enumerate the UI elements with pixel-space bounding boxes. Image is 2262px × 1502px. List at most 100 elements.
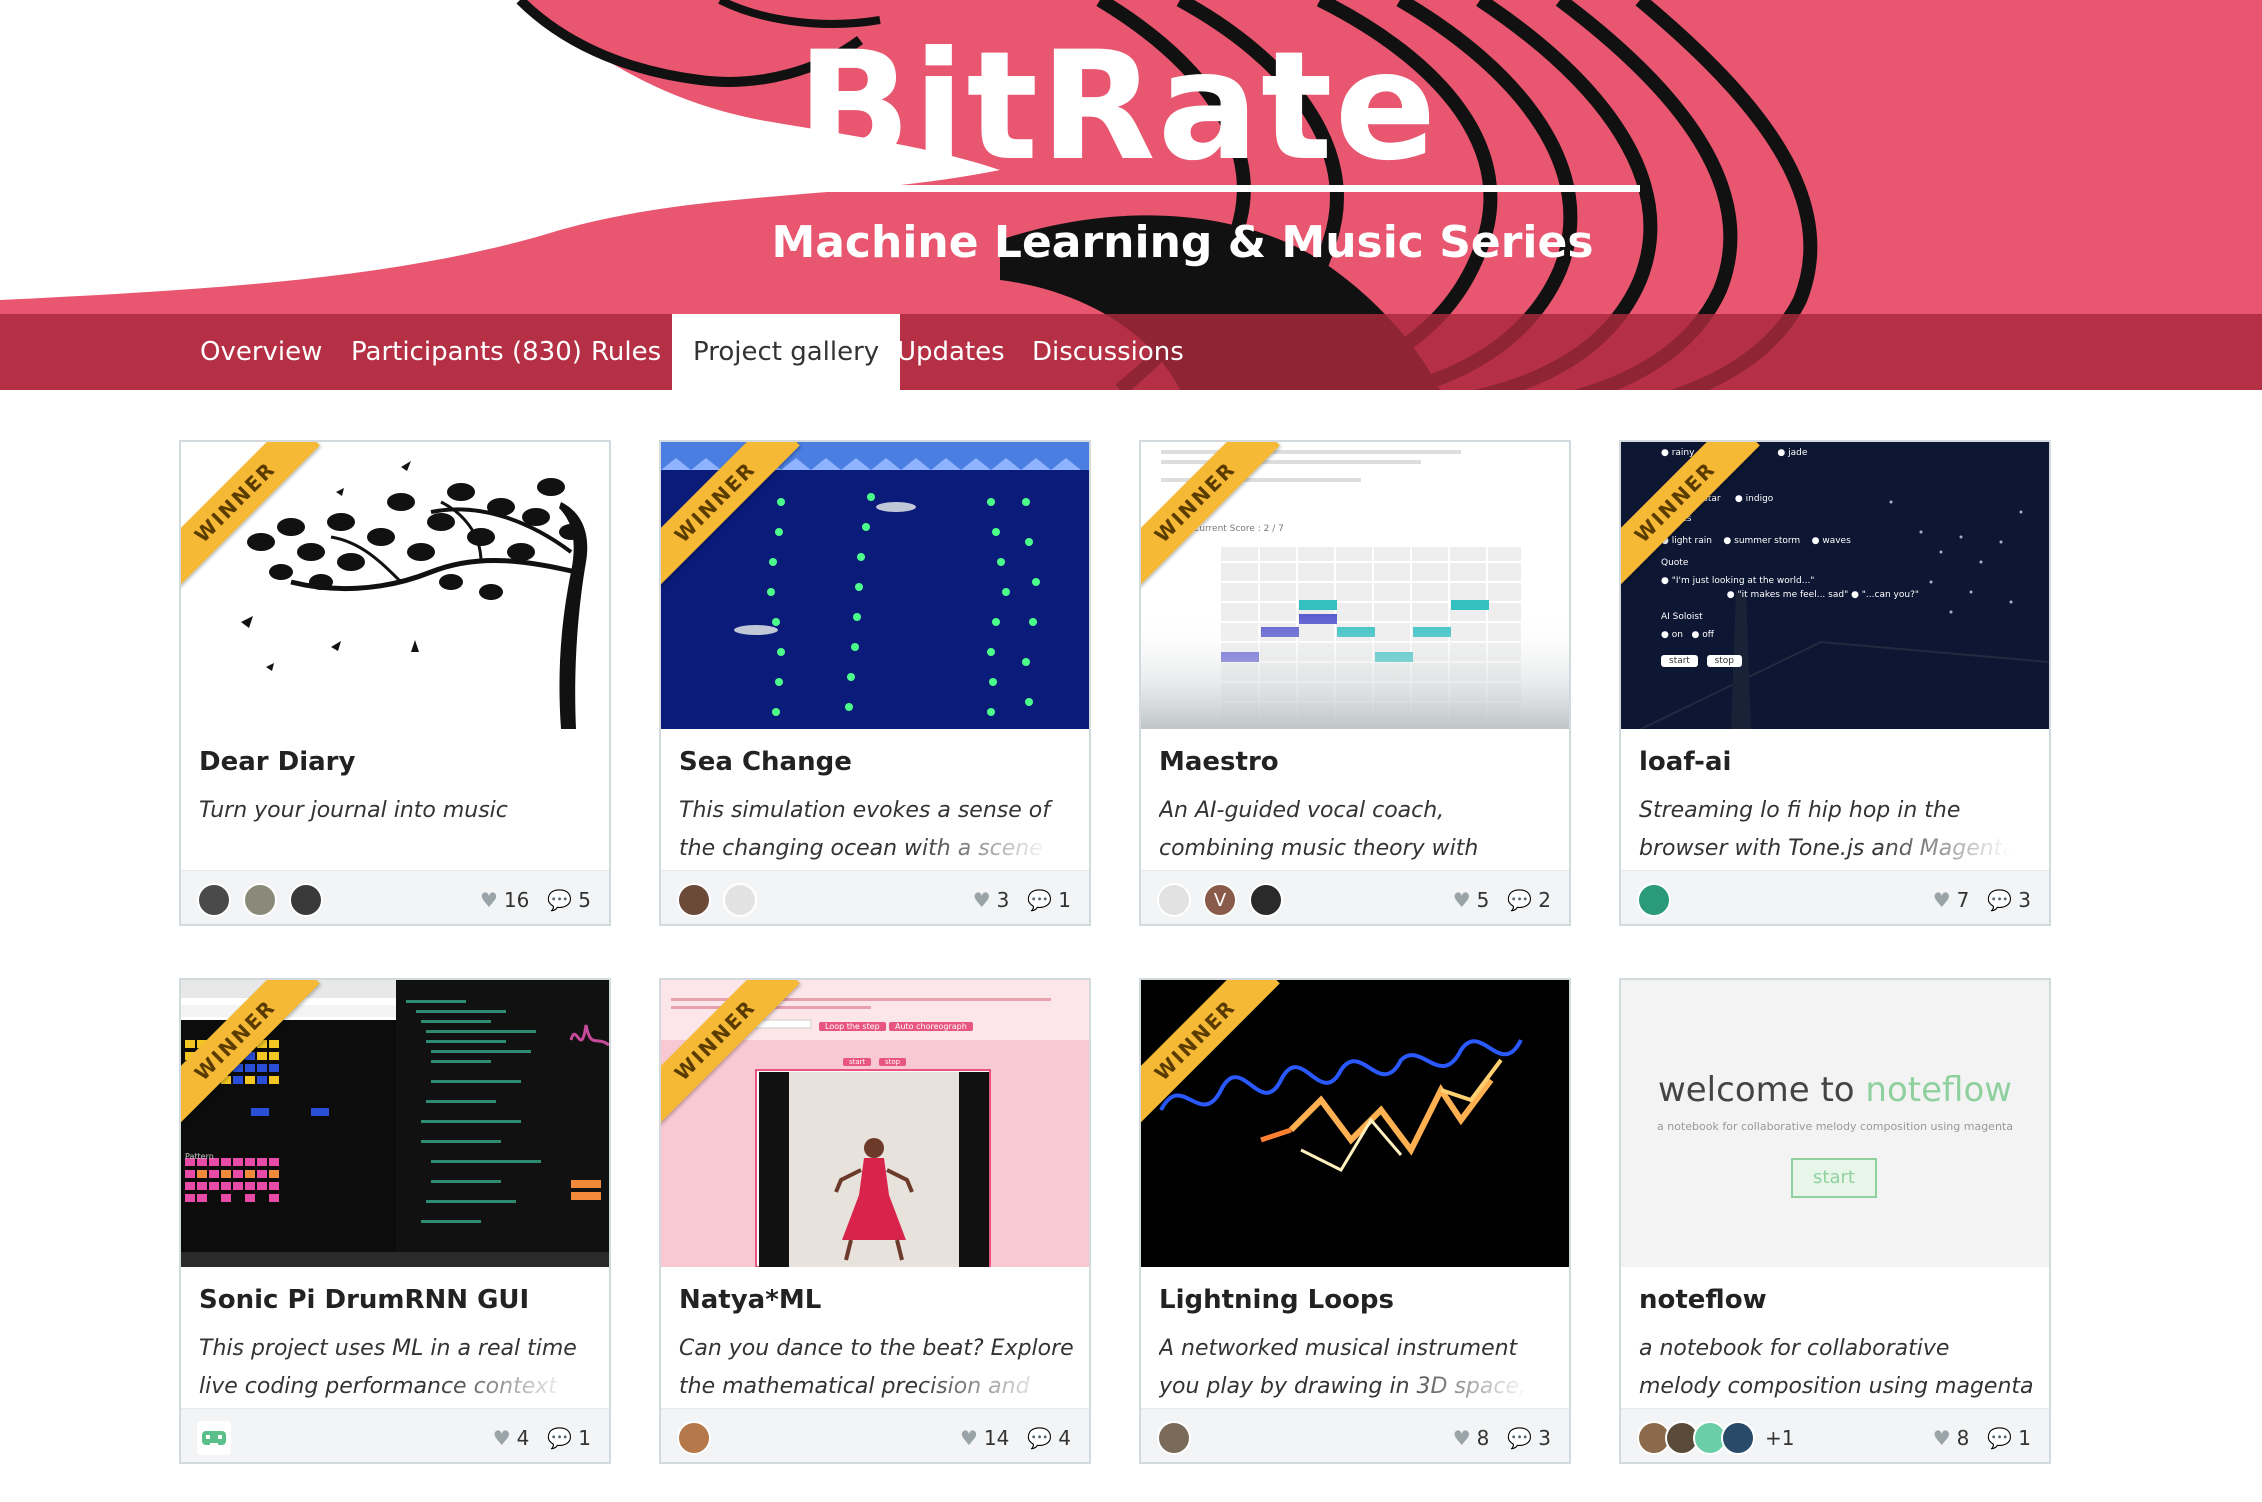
project-title[interactable]: noteflow — [1639, 1285, 1767, 1315]
comment-count[interactable]: 💬 1 — [547, 1426, 591, 1450]
project-description: Turn your journal into music — [199, 798, 508, 823]
heart-icon: ♥ — [972, 888, 991, 912]
project-card[interactable]: ● rainy ● jade ● star ● indigo effects ●… — [1619, 440, 2051, 926]
project-title[interactable]: Sonic Pi DrumRNN GUI — [199, 1285, 529, 1315]
like-count[interactable]: ♥ 8 — [1933, 1426, 1970, 1450]
natya-start-button: start — [843, 1058, 872, 1066]
project-card[interactable]: Pattern WINNER Sonic Pi DrumRNN GUI This… — [179, 978, 611, 1464]
project-card[interactable]: WINNER Sea Change This simulation evokes… — [659, 440, 1091, 926]
project-thumbnail: ● rainy ● jade ● star ● indigo effects ●… — [1621, 442, 2049, 729]
tab-rules[interactable]: Rules — [570, 314, 682, 390]
like-count[interactable]: ♥ 16 — [480, 888, 529, 912]
like-count[interactable]: ♥ 3 — [973, 888, 1010, 912]
comment-icon: 💬 — [1027, 1426, 1053, 1450]
comment-count[interactable]: 💬 4 — [1027, 1426, 1071, 1450]
comment-icon: 💬 — [1987, 1426, 2013, 1450]
like-count[interactable]: ♥ 8 — [1453, 1426, 1490, 1450]
avatar[interactable]: V — [1203, 883, 1237, 917]
project-card[interactable]: Loop the step Auto choreograph start sto… — [659, 978, 1091, 1464]
avatar[interactable] — [243, 883, 277, 917]
comment-count[interactable]: 💬 2 — [1507, 888, 1551, 912]
project-thumbnail: welcome to noteflow a notebook for colla… — [1621, 980, 2049, 1267]
comment-count[interactable]: 💬 1 — [1987, 1426, 2031, 1450]
project-title[interactable]: Dear Diary — [199, 747, 355, 777]
avatar[interactable] — [677, 1421, 711, 1455]
card-footer: ♥ 14 💬 4 — [661, 1408, 1089, 1462]
avatar[interactable] — [1157, 1421, 1191, 1455]
pattern-label: Pattern — [185, 1152, 214, 1161]
project-description: This simulation evokes a sense of the ch… — [679, 792, 1074, 867]
comment-icon: 💬 — [1507, 1426, 1533, 1450]
avatar[interactable] — [723, 883, 757, 917]
project-description: a notebook for collaborative melody comp… — [1639, 1336, 2034, 1399]
avatar[interactable] — [1249, 883, 1283, 917]
avatar[interactable] — [1637, 883, 1671, 917]
hero-banner: BitRate Machine Learning & Music Series … — [0, 0, 2262, 390]
project-card[interactable]: WINNER Lightning Loops A networked music… — [1139, 978, 1571, 1464]
comment-count[interactable]: 💬 3 — [1507, 1426, 1551, 1450]
like-count[interactable]: ♥ 7 — [1933, 888, 1970, 912]
event-nav: Overview Participants (830) Rules Projec… — [0, 314, 2262, 390]
comment-icon: 💬 — [547, 888, 573, 912]
project-thumbnail: Loop the step Auto choreograph start sto… — [661, 980, 1089, 1267]
comment-count[interactable]: 💬 1 — [1027, 888, 1071, 912]
avatar[interactable] — [677, 883, 711, 917]
comment-icon: 💬 — [1507, 888, 1533, 912]
avatar[interactable] — [197, 883, 231, 917]
team-avatars — [197, 883, 335, 917]
team-avatars: V — [1157, 883, 1295, 917]
card-footer: V ♥ 5 💬 2 — [1141, 870, 1569, 924]
loaf-start-button: start — [1661, 655, 1698, 667]
like-count[interactable]: ♥ 5 — [1453, 888, 1490, 912]
heart-icon: ♥ — [1452, 888, 1471, 912]
project-title[interactable]: Sea Change — [679, 747, 852, 777]
comment-count[interactable]: 💬 5 — [547, 888, 591, 912]
team-avatars — [197, 1421, 243, 1455]
tab-updates[interactable]: Updates — [876, 314, 1026, 390]
noteflow-welcome: welcome to noteflow — [1657, 1070, 2013, 1110]
tab-project-gallery[interactable]: Project gallery — [672, 314, 901, 390]
card-footer: ♥ 16 💬 5 — [181, 870, 609, 924]
tab-overview[interactable]: Overview — [179, 314, 343, 390]
project-title[interactable]: Maestro — [1159, 747, 1279, 777]
avatar[interactable] — [197, 1421, 231, 1455]
natya-stop-button: stop — [879, 1058, 907, 1066]
loaf-stop-button: stop — [1706, 655, 1742, 667]
project-card[interactable]: Current Score : 2 / 7 WINNER Maestro An … — [1139, 440, 1571, 926]
title-divider — [520, 185, 1640, 192]
tab-discussions[interactable]: Discussions — [1011, 314, 1205, 390]
card-footer: ♥ 3 💬 1 — [661, 870, 1089, 924]
team-avatars — [1637, 883, 1683, 917]
team-avatars — [677, 1421, 723, 1455]
score-readout: Current Score : 2 / 7 — [1193, 524, 1284, 534]
tab-participants[interactable]: Participants (830) — [330, 314, 603, 390]
card-footer: ♥ 4 💬 1 — [181, 1408, 609, 1462]
auto-choreograph-button: Auto choreograph — [889, 1022, 973, 1031]
more-members-count[interactable]: +1 — [1765, 1426, 1794, 1450]
like-count[interactable]: ♥ 4 — [493, 1426, 530, 1450]
like-count[interactable]: ♥ 14 — [960, 1426, 1009, 1450]
project-title[interactable]: Lightning Loops — [1159, 1285, 1394, 1315]
project-description: This project uses ML in a real time live… — [199, 1330, 594, 1405]
project-thumbnail: Pattern WINNER — [181, 980, 609, 1267]
comment-icon: 💬 — [1027, 888, 1053, 912]
avatar[interactable] — [289, 883, 323, 917]
comment-count[interactable]: 💬 3 — [1987, 888, 2031, 912]
heart-icon: ♥ — [1932, 888, 1951, 912]
project-card[interactable]: WINNER Dear Diary Turn your journal into… — [179, 440, 611, 926]
project-thumbnail: WINNER — [661, 442, 1089, 729]
loop-step-button: Loop the step — [819, 1022, 886, 1031]
project-title[interactable]: Natya*ML — [679, 1285, 821, 1315]
heart-icon: ♥ — [479, 888, 498, 912]
avatar[interactable] — [1721, 1421, 1755, 1455]
project-description: Can you dance to the beat? Explore the m… — [679, 1330, 1074, 1405]
project-thumbnail: WINNER — [181, 442, 609, 729]
project-thumbnail: Current Score : 2 / 7 WINNER — [1141, 442, 1569, 729]
avatar[interactable] — [1157, 883, 1191, 917]
team-avatars — [1157, 1421, 1203, 1455]
project-card[interactable]: welcome to noteflow a notebook for colla… — [1619, 978, 2051, 1464]
card-footer: +1 ♥ 8 💬 1 — [1621, 1408, 2049, 1462]
team-avatars: +1 — [1637, 1421, 1794, 1455]
project-title[interactable]: loaf-ai — [1639, 747, 1731, 777]
comment-icon: 💬 — [547, 1426, 573, 1450]
